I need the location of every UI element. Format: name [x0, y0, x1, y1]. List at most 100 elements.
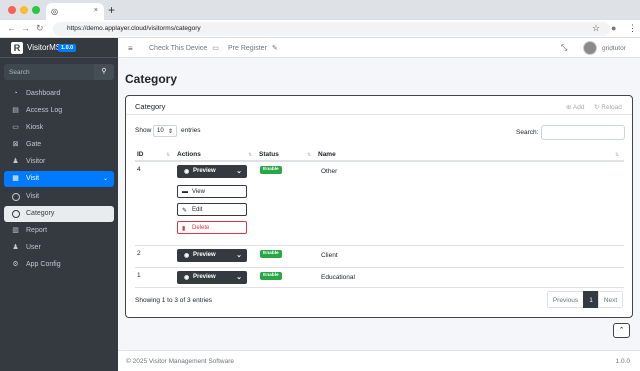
select-chevron-icon: ⇕ [167, 129, 173, 135]
pre-register-link[interactable]: Pre Register ✎ [228, 44, 278, 52]
plus-circle-icon: ⊕ [566, 104, 572, 111]
row-id: 4 [137, 166, 141, 173]
length-value: 10 [157, 128, 164, 134]
preview-label: Preview [193, 168, 216, 174]
reload-icon[interactable]: ↻ [36, 23, 44, 34]
edit-menu-item[interactable]: ✎ Edit [177, 203, 247, 216]
view-menu-item[interactable]: ▬ View [177, 185, 247, 198]
column-header-actions[interactable]: Actions [177, 151, 201, 158]
column-header-id[interactable]: ID [137, 151, 144, 158]
previous-page-button[interactable]: Previous [547, 291, 584, 308]
username[interactable]: gridtutor [602, 45, 626, 52]
reload-label: Reload [601, 104, 622, 111]
entries-length-select[interactable]: 10 ⇕ [153, 125, 177, 137]
check-device-link[interactable]: Check This Device ▭ [149, 44, 219, 52]
sidebar-item-gate[interactable]: ⊠ Gate [4, 137, 114, 153]
brand-logo: R [11, 42, 23, 54]
brand[interactable]: R VisitorMS 1.0.0 [0, 38, 118, 58]
url-text: https://demo.applayer.cloud/visitorms/ca… [67, 25, 201, 32]
preview-label: Preview [193, 252, 216, 258]
brand-name: VisitorMS [27, 43, 62, 52]
chevron-down-icon: ⌄ [236, 168, 242, 175]
footer-version: 1.0.0 [615, 358, 630, 365]
sidebar-item-app-config[interactable]: ⚙ App Config [4, 257, 114, 273]
forward-icon[interactable]: → [21, 23, 30, 33]
scroll-to-top-button[interactable]: ⌃ [613, 323, 630, 338]
address-bar-row: ← → ↻ https://demo.applayer.cloud/visito… [0, 20, 640, 38]
edit-icon: ✎ [182, 208, 188, 214]
next-page-button[interactable]: Next [598, 291, 623, 308]
fullscreen-icon[interactable]: ⤡ [561, 43, 567, 53]
url-field[interactable]: https://demo.applayer.cloud/visitorms/ca… [53, 22, 610, 36]
monitor-icon: ▭ [12, 124, 19, 131]
sidebar-item-access-log[interactable]: ▤ Access Log [4, 103, 114, 119]
sidebar-item-dashboard[interactable]: ◔ Dashboard [4, 86, 114, 102]
search-label: Search: [516, 129, 539, 136]
tab-favicon-icon: ◎ [51, 7, 58, 16]
sidebar-item-label: Access Log [26, 107, 63, 114]
sidebar-subitem-visit[interactable]: Visit [4, 189, 114, 205]
sort-icon[interactable]: ⇅ [307, 152, 311, 158]
close-window-dot[interactable] [8, 6, 16, 14]
tab-close-icon[interactable]: × [94, 7, 98, 14]
sidebar-item-visit-group[interactable]: ▦ Visit ⌄ [4, 171, 114, 187]
table-info: Showing 1 to 3 of 3 entries [135, 297, 212, 304]
sidebar-item-label: User [26, 244, 41, 251]
preview-button[interactable]: ◉ Preview ⌄ [177, 249, 247, 262]
check-device-label: Check This Device [149, 45, 208, 52]
sort-icon[interactable]: ⇅ [166, 152, 170, 158]
column-header-name[interactable]: Name [318, 151, 336, 158]
sidebar-subitem-category[interactable]: Category [4, 206, 114, 222]
sidebar-item-user[interactable]: ♟ User [4, 240, 114, 256]
pre-register-label: Pre Register [228, 45, 267, 52]
delete-menu-item[interactable]: ▮ Delete [177, 221, 247, 234]
profile-icon[interactable]: ● [611, 23, 616, 33]
eye-icon: ◉ [184, 253, 190, 259]
sidebar-item-label: Visit [26, 175, 40, 182]
copyright-text: © 2025 Visitor Management Software [126, 358, 235, 365]
browser-tab[interactable]: ◎ × [46, 3, 104, 20]
bookmark-star-icon[interactable]: ☆ [592, 23, 600, 34]
delete-label: Delete [192, 225, 210, 231]
preview-button[interactable]: ◉ Preview ⌄ [177, 165, 247, 178]
trash-icon: ▮ [182, 226, 186, 232]
maximize-window-dot[interactable] [32, 6, 40, 14]
eye-icon: ◉ [184, 275, 190, 281]
chevron-up-icon: ⌃ [618, 327, 625, 334]
new-tab-icon[interactable]: + [108, 3, 115, 17]
sort-icon[interactable]: ⇅ [615, 152, 619, 158]
preview-button[interactable]: ◉ Preview ⌄ [177, 271, 247, 284]
sidebar-search-input[interactable] [4, 64, 92, 80]
header-divider [135, 160, 624, 162]
minimize-window-dot[interactable] [20, 6, 28, 14]
edit-label: Edit [192, 207, 203, 213]
reload-button[interactable]: ↻ Reload [594, 103, 622, 111]
sidebar-item-visitor[interactable]: ♟ Visitor [4, 154, 114, 170]
sidebar-item-kiosk[interactable]: ▭ Kiosk [4, 120, 114, 136]
table-search-input[interactable] [541, 125, 625, 140]
gate-icon: ⊠ [12, 141, 19, 148]
sidebar-item-label: Visit [26, 193, 40, 200]
top-navbar: ≡ Check This Device ▭ Pre Register ✎ ⤡ g… [118, 38, 640, 58]
row-divider [135, 267, 624, 268]
chart-icon: ▥ [12, 227, 19, 234]
page-title: Category [125, 72, 178, 86]
row-name: Other [321, 168, 338, 175]
add-button[interactable]: ⊕ Add [566, 103, 584, 111]
page-1-button[interactable]: 1 [583, 291, 599, 308]
row-divider [135, 245, 624, 246]
search-icon[interactable]: ⚲ [94, 64, 114, 80]
back-icon[interactable]: ← [7, 23, 16, 33]
menu-toggle-icon[interactable]: ≡ [128, 44, 133, 53]
version-badge: 1.0.0 [58, 44, 77, 52]
sidebar-item-report[interactable]: ▥ Report [4, 223, 114, 239]
circle-icon [11, 193, 20, 201]
sort-icon[interactable]: ⇅ [248, 152, 252, 158]
column-header-status[interactable]: Status [259, 151, 279, 158]
browser-menu-icon[interactable]: ⋮ [628, 23, 637, 34]
chevron-down-icon: ⌄ [236, 274, 242, 281]
user-icon: ♟ [12, 244, 19, 251]
avatar[interactable] [583, 41, 597, 55]
sidebar-item-label: Report [26, 227, 48, 234]
row-name: Client [321, 252, 338, 259]
